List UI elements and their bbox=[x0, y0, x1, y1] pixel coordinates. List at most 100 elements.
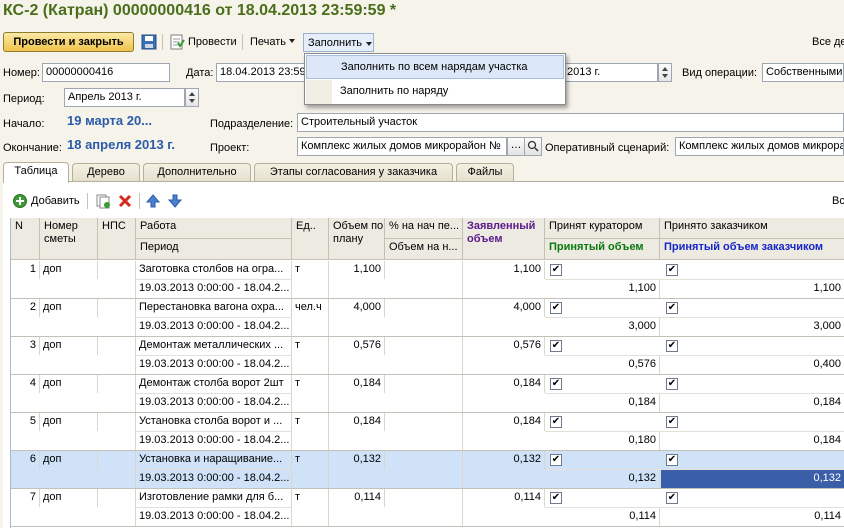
print-button[interactable]: Печать bbox=[250, 36, 286, 48]
curator-checkbox[interactable]: ✔ bbox=[550, 340, 562, 352]
save-icon[interactable] bbox=[141, 34, 157, 50]
customer-volume-cell[interactable]: 3,000 bbox=[660, 318, 844, 336]
division-field[interactable]: Строительный участок bbox=[297, 113, 844, 132]
customer-checkbox[interactable]: ✔ bbox=[666, 416, 678, 428]
copy-icon[interactable] bbox=[95, 193, 111, 209]
unit-cell[interactable]: т bbox=[292, 489, 329, 526]
nps-cell[interactable] bbox=[98, 489, 136, 526]
curator-volume-cell[interactable]: 0,114 bbox=[545, 508, 660, 526]
all-actions-button[interactable]: Все де bbox=[812, 36, 844, 48]
pct-cell[interactable] bbox=[385, 489, 463, 526]
unit-cell[interactable]: т bbox=[292, 375, 329, 412]
planned-cell[interactable]: 0,184 bbox=[329, 413, 385, 431]
customer-checkbox[interactable]: ✔ bbox=[666, 492, 678, 504]
move-up-icon[interactable] bbox=[145, 193, 161, 209]
estimate-number[interactable]: доп bbox=[40, 489, 98, 507]
fill-dropdown-button[interactable]: Заполнить bbox=[303, 33, 374, 52]
customer-checkbox[interactable]: ✔ bbox=[666, 340, 678, 352]
tab-additional[interactable]: Дополнительно bbox=[143, 163, 251, 182]
menu-item-fill-all-orders[interactable]: Заполнить по всем нарядам участка bbox=[306, 55, 564, 79]
project-field[interactable]: Комплекс жилых домов микрорайон № bbox=[297, 137, 507, 156]
header-unit[interactable]: Ед.. bbox=[292, 218, 329, 260]
nps-cell[interactable] bbox=[98, 413, 136, 450]
period-cell[interactable]: 19.03.2013 0:00:00 - 18.04.2... bbox=[136, 318, 292, 336]
start-date-link[interactable]: 19 марта 20... bbox=[67, 113, 152, 128]
end-date-link[interactable]: 18 апреля 2013 г. bbox=[67, 137, 175, 152]
customer-checkbox[interactable]: ✔ bbox=[666, 378, 678, 390]
date2-spinner[interactable] bbox=[658, 63, 672, 82]
estimate-number[interactable]: доп bbox=[40, 337, 98, 355]
work-cell[interactable]: Демонтаж металлических ... bbox=[136, 337, 292, 355]
period-field[interactable]: Апрель 2013 г. bbox=[64, 88, 185, 107]
header-period[interactable]: Период bbox=[136, 239, 292, 260]
nps-cell[interactable] bbox=[98, 337, 136, 374]
post-and-close-button[interactable]: Провести и закрыть bbox=[3, 32, 134, 52]
period-cell[interactable]: 19.03.2013 0:00:00 - 18.04.2... bbox=[136, 508, 292, 526]
estimate-number[interactable]: доп bbox=[40, 299, 98, 317]
post-document-icon[interactable] bbox=[169, 34, 185, 50]
declared-cell[interactable]: 4,000 bbox=[463, 299, 545, 317]
project-select-button[interactable]: … bbox=[507, 137, 525, 156]
customer-volume-cell[interactable]: 0,114 bbox=[660, 508, 844, 526]
curator-volume-cell[interactable]: 0,132 bbox=[545, 470, 660, 488]
period-cell[interactable]: 19.03.2013 0:00:00 - 18.04.2... bbox=[136, 394, 292, 412]
estimate-number[interactable]: доп bbox=[40, 413, 98, 431]
customer-checkbox[interactable]: ✔ bbox=[666, 302, 678, 314]
pct-cell[interactable] bbox=[385, 375, 463, 412]
declared-cell[interactable]: 0,114 bbox=[463, 489, 545, 507]
header-pct[interactable]: % на нач пе... bbox=[385, 218, 463, 239]
curator-volume-cell[interactable]: 0,576 bbox=[545, 356, 660, 374]
curator-checkbox[interactable]: ✔ bbox=[550, 492, 562, 504]
operation-field[interactable]: Собственными bbox=[762, 63, 844, 82]
planned-cell[interactable]: 4,000 bbox=[329, 299, 385, 317]
work-cell[interactable]: Демонтаж столба ворот 2шт bbox=[136, 375, 292, 393]
planned-cell[interactable]: 0,184 bbox=[329, 375, 385, 393]
nps-cell[interactable] bbox=[98, 261, 136, 298]
pct-cell[interactable] bbox=[385, 299, 463, 336]
customer-volume-cell[interactable]: 0,184 bbox=[660, 432, 844, 450]
tab-approval-stages[interactable]: Этапы согласования у заказчика bbox=[254, 163, 453, 182]
customer-volume-cell[interactable]: 0,184 bbox=[660, 394, 844, 412]
customer-volume-cell[interactable]: 0,132 bbox=[660, 470, 844, 488]
customer-checkbox[interactable]: ✔ bbox=[666, 454, 678, 466]
planned-cell[interactable]: 0,114 bbox=[329, 489, 385, 507]
pct-cell[interactable] bbox=[385, 451, 463, 488]
planned-cell[interactable]: 1,100 bbox=[329, 261, 385, 279]
curator-checkbox[interactable]: ✔ bbox=[550, 302, 562, 314]
unit-cell[interactable]: т bbox=[292, 413, 329, 450]
customer-volume-cell[interactable]: 0,400 bbox=[660, 356, 844, 374]
work-cell[interactable]: Установка и наращивание... bbox=[136, 451, 292, 469]
customer-volume-cell[interactable]: 1,100 bbox=[660, 280, 844, 298]
unit-cell[interactable]: т bbox=[292, 261, 329, 298]
header-estimate[interactable]: Номер сметы bbox=[40, 218, 98, 260]
pct-cell[interactable] bbox=[385, 337, 463, 374]
declared-cell[interactable]: 1,100 bbox=[463, 261, 545, 279]
period-cell[interactable]: 19.03.2013 0:00:00 - 18.04.2... bbox=[136, 470, 292, 488]
estimate-number[interactable]: доп bbox=[40, 261, 98, 279]
header-declared[interactable]: Заявленный объем bbox=[463, 218, 545, 260]
search-icon[interactable] bbox=[524, 137, 542, 156]
customer-checkbox[interactable]: ✔ bbox=[666, 264, 678, 276]
header-curator[interactable]: Принят куратором bbox=[545, 218, 660, 239]
header-planned[interactable]: Объем по плану bbox=[329, 218, 385, 260]
period-cell[interactable]: 19.03.2013 0:00:00 - 18.04.2... bbox=[136, 280, 292, 298]
menu-item-fill-by-order[interactable]: Заполнить по наряду bbox=[306, 80, 564, 104]
curator-volume-cell[interactable]: 0,180 bbox=[545, 432, 660, 450]
header-work[interactable]: Работа bbox=[136, 218, 292, 239]
planned-cell[interactable]: 0,576 bbox=[329, 337, 385, 355]
number-field[interactable]: 00000000416 bbox=[42, 63, 170, 82]
planned-cell[interactable]: 0,132 bbox=[329, 451, 385, 469]
work-cell[interactable]: Перестановка вагона охра... bbox=[136, 299, 292, 317]
curator-checkbox[interactable]: ✔ bbox=[550, 454, 562, 466]
unit-cell[interactable]: т bbox=[292, 337, 329, 374]
header-nps[interactable]: НПС bbox=[98, 218, 136, 260]
declared-cell[interactable]: 0,184 bbox=[463, 375, 545, 393]
curator-checkbox[interactable]: ✔ bbox=[550, 416, 562, 428]
curator-volume-cell[interactable]: 1,100 bbox=[545, 280, 660, 298]
post-button[interactable]: Провести bbox=[188, 36, 237, 48]
header-customer[interactable]: Принято заказчиком bbox=[660, 218, 844, 239]
pct-cell[interactable] bbox=[385, 261, 463, 298]
nps-cell[interactable] bbox=[98, 375, 136, 412]
estimate-number[interactable]: доп bbox=[40, 451, 98, 469]
unit-cell[interactable]: чел.ч bbox=[292, 299, 329, 336]
